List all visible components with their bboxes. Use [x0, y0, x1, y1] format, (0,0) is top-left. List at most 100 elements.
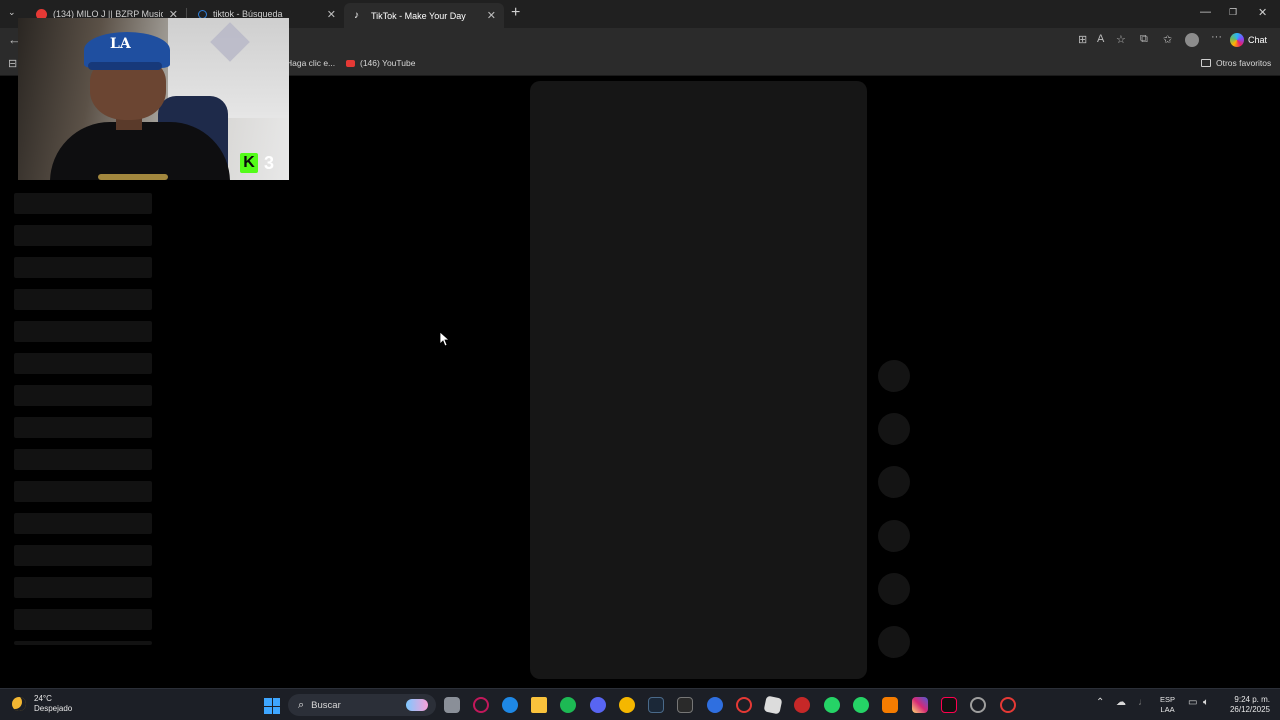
keyboard-layout: LAA [1160, 705, 1175, 714]
tab-close-icon[interactable]: ✕ [487, 9, 496, 22]
app-red-ring-2-icon[interactable] [1000, 697, 1016, 713]
language-code: ESP [1160, 695, 1176, 704]
kick-logo-icon: K [240, 153, 258, 173]
kick-viewer-badge: K 3 [240, 150, 286, 176]
tray-chevron-up-icon[interactable]: ⌃ [1096, 697, 1104, 708]
favorite-item-label: Haga clic e... [286, 58, 336, 68]
app-red-ring-icon[interactable] [736, 697, 752, 713]
cap-logo: LA [110, 36, 131, 52]
search-icon: ⌕ [298, 698, 305, 711]
favorite-item-label: (146) YouTube [360, 58, 416, 68]
sidebar-skeleton-item [14, 417, 152, 438]
app-orange-icon[interactable] [882, 697, 898, 713]
language-indicator[interactable]: ESP LAA [1160, 695, 1175, 715]
windows-taskbar: 24°C Despejado ⌕ Buscar ⌃ ☁ ♩ ESP LAA ▭ … [0, 688, 1280, 720]
action-button-placeholder[interactable] [878, 520, 910, 552]
whatsapp-icon[interactable] [824, 697, 840, 713]
translate-icon[interactable]: A [1097, 33, 1104, 45]
sidebar-skeleton-item [14, 385, 152, 406]
copilot-chat-button[interactable]: Chat [1230, 31, 1267, 49]
file-explorer-icon[interactable] [531, 697, 547, 713]
sidebar-skeleton-item [14, 641, 152, 645]
steam-icon[interactable] [648, 697, 664, 713]
tiktok-icon: ♪ [354, 10, 359, 21]
favorite-star-icon[interactable]: ☆ [1116, 33, 1126, 46]
other-favorites-label: Otros favoritos [1216, 58, 1272, 68]
sidebar-skeleton-item [14, 193, 152, 214]
whatsapp-business-icon[interactable] [853, 697, 869, 713]
search-highlight-icon [406, 699, 428, 711]
weather-temperature: 24°C [34, 694, 52, 703]
search-placeholder: Buscar [311, 699, 341, 711]
sidebar-skeleton-item [14, 481, 152, 502]
moon-icon [12, 697, 26, 711]
sidebar-skeleton-item [14, 225, 152, 246]
folder-icon [1201, 59, 1211, 67]
discord-icon[interactable] [590, 697, 606, 713]
tiktok-taskbar-icon[interactable] [941, 697, 957, 713]
task-view-icon[interactable] [444, 697, 460, 713]
app-yellow-icon[interactable] [619, 697, 635, 713]
sidebar-skeleton-item [14, 257, 152, 278]
copilot-icon [1230, 33, 1244, 47]
youtube-icon [346, 59, 355, 67]
microphone-icon[interactable]: ♩ [1138, 697, 1148, 708]
chatgpt-icon[interactable] [970, 697, 986, 713]
instagram-icon[interactable] [912, 697, 928, 713]
battle-net-icon[interactable] [707, 697, 723, 713]
kick-badge-number: 3 [264, 152, 275, 173]
onedrive-icon[interactable]: ☁ [1116, 697, 1126, 708]
tab-actions-chevron-icon[interactable]: ⌄ [8, 7, 16, 18]
app-red-icon[interactable] [794, 697, 810, 713]
favorite-item-youtube[interactable]: (146) YouTube [346, 58, 415, 68]
favorite-item-haga-clic[interactable]: Haga clic e... [286, 58, 335, 68]
chat-label: Chat [1248, 35, 1268, 45]
webcam-chain [98, 174, 168, 180]
epic-games-icon[interactable] [677, 697, 693, 713]
opera-icon[interactable] [473, 697, 489, 713]
favorites-bar-icon[interactable]: ⊟ [8, 57, 17, 70]
clock-time: 9:24 p. m. [1234, 695, 1270, 704]
video-player-placeholder[interactable] [530, 81, 867, 679]
sidebar-skeleton-item [14, 545, 152, 566]
action-button-placeholder[interactable] [878, 466, 910, 498]
mouse-cursor-icon [440, 332, 450, 347]
roblox-icon[interactable] [763, 695, 783, 715]
taskbar-search-box[interactable]: ⌕ Buscar [288, 694, 436, 716]
apps-icon[interactable]: ⊞ [1078, 33, 1087, 46]
sidebar-skeleton-item [14, 289, 152, 310]
edge-icon[interactable] [502, 697, 518, 713]
tab-title: TikTok - Make Your Day [371, 10, 466, 21]
sidebar-skeleton-item [14, 449, 152, 470]
sidebar-skeleton-item [14, 353, 152, 374]
weather-widget[interactable]: 24°C Despejado [12, 694, 72, 714]
webcam-overlay: LA K 3 [18, 18, 289, 180]
more-menu-icon[interactable]: ··· [1211, 31, 1222, 43]
extensions-icon[interactable]: ⧉ [1140, 33, 1148, 46]
webcam-cap-brim [88, 62, 162, 70]
weather-description: Despejado [34, 704, 73, 713]
sidebar-skeleton-item [14, 609, 152, 630]
favorites-list-icon[interactable]: ✩ [1163, 33, 1172, 46]
sidebar-skeleton-item [14, 513, 152, 534]
tab-close-icon[interactable]: ✕ [327, 8, 336, 21]
action-button-placeholder[interactable] [878, 413, 910, 445]
sidebar-skeleton-item [14, 321, 152, 342]
new-tab-plus-icon[interactable]: + [511, 5, 520, 21]
restore-icon[interactable]: ❐ [1229, 7, 1237, 18]
windows-start-icon[interactable] [264, 698, 280, 714]
window-close-icon[interactable]: ✕ [1258, 6, 1267, 19]
spotify-icon[interactable] [560, 697, 576, 713]
action-button-placeholder[interactable] [878, 360, 910, 392]
display-icon[interactable]: ▭ [1188, 697, 1197, 708]
sidebar-skeleton-item [14, 577, 152, 598]
clock-date: 26/12/2025 [1229, 705, 1270, 714]
profile-avatar-icon[interactable] [1185, 33, 1199, 47]
action-button-placeholder[interactable] [878, 573, 910, 605]
tab-tiktok[interactable]: ♪ TikTok - Make Your Day ✕ [344, 3, 504, 28]
system-clock[interactable]: 9:24 p. m. 26/12/2025 [1222, 695, 1270, 715]
minimize-icon[interactable]: — [1200, 6, 1211, 18]
action-button-placeholder[interactable] [878, 626, 910, 658]
volume-icon[interactable]: 🔈︎ [1203, 697, 1209, 708]
other-favorites[interactable]: Otros favoritos [1201, 58, 1271, 68]
